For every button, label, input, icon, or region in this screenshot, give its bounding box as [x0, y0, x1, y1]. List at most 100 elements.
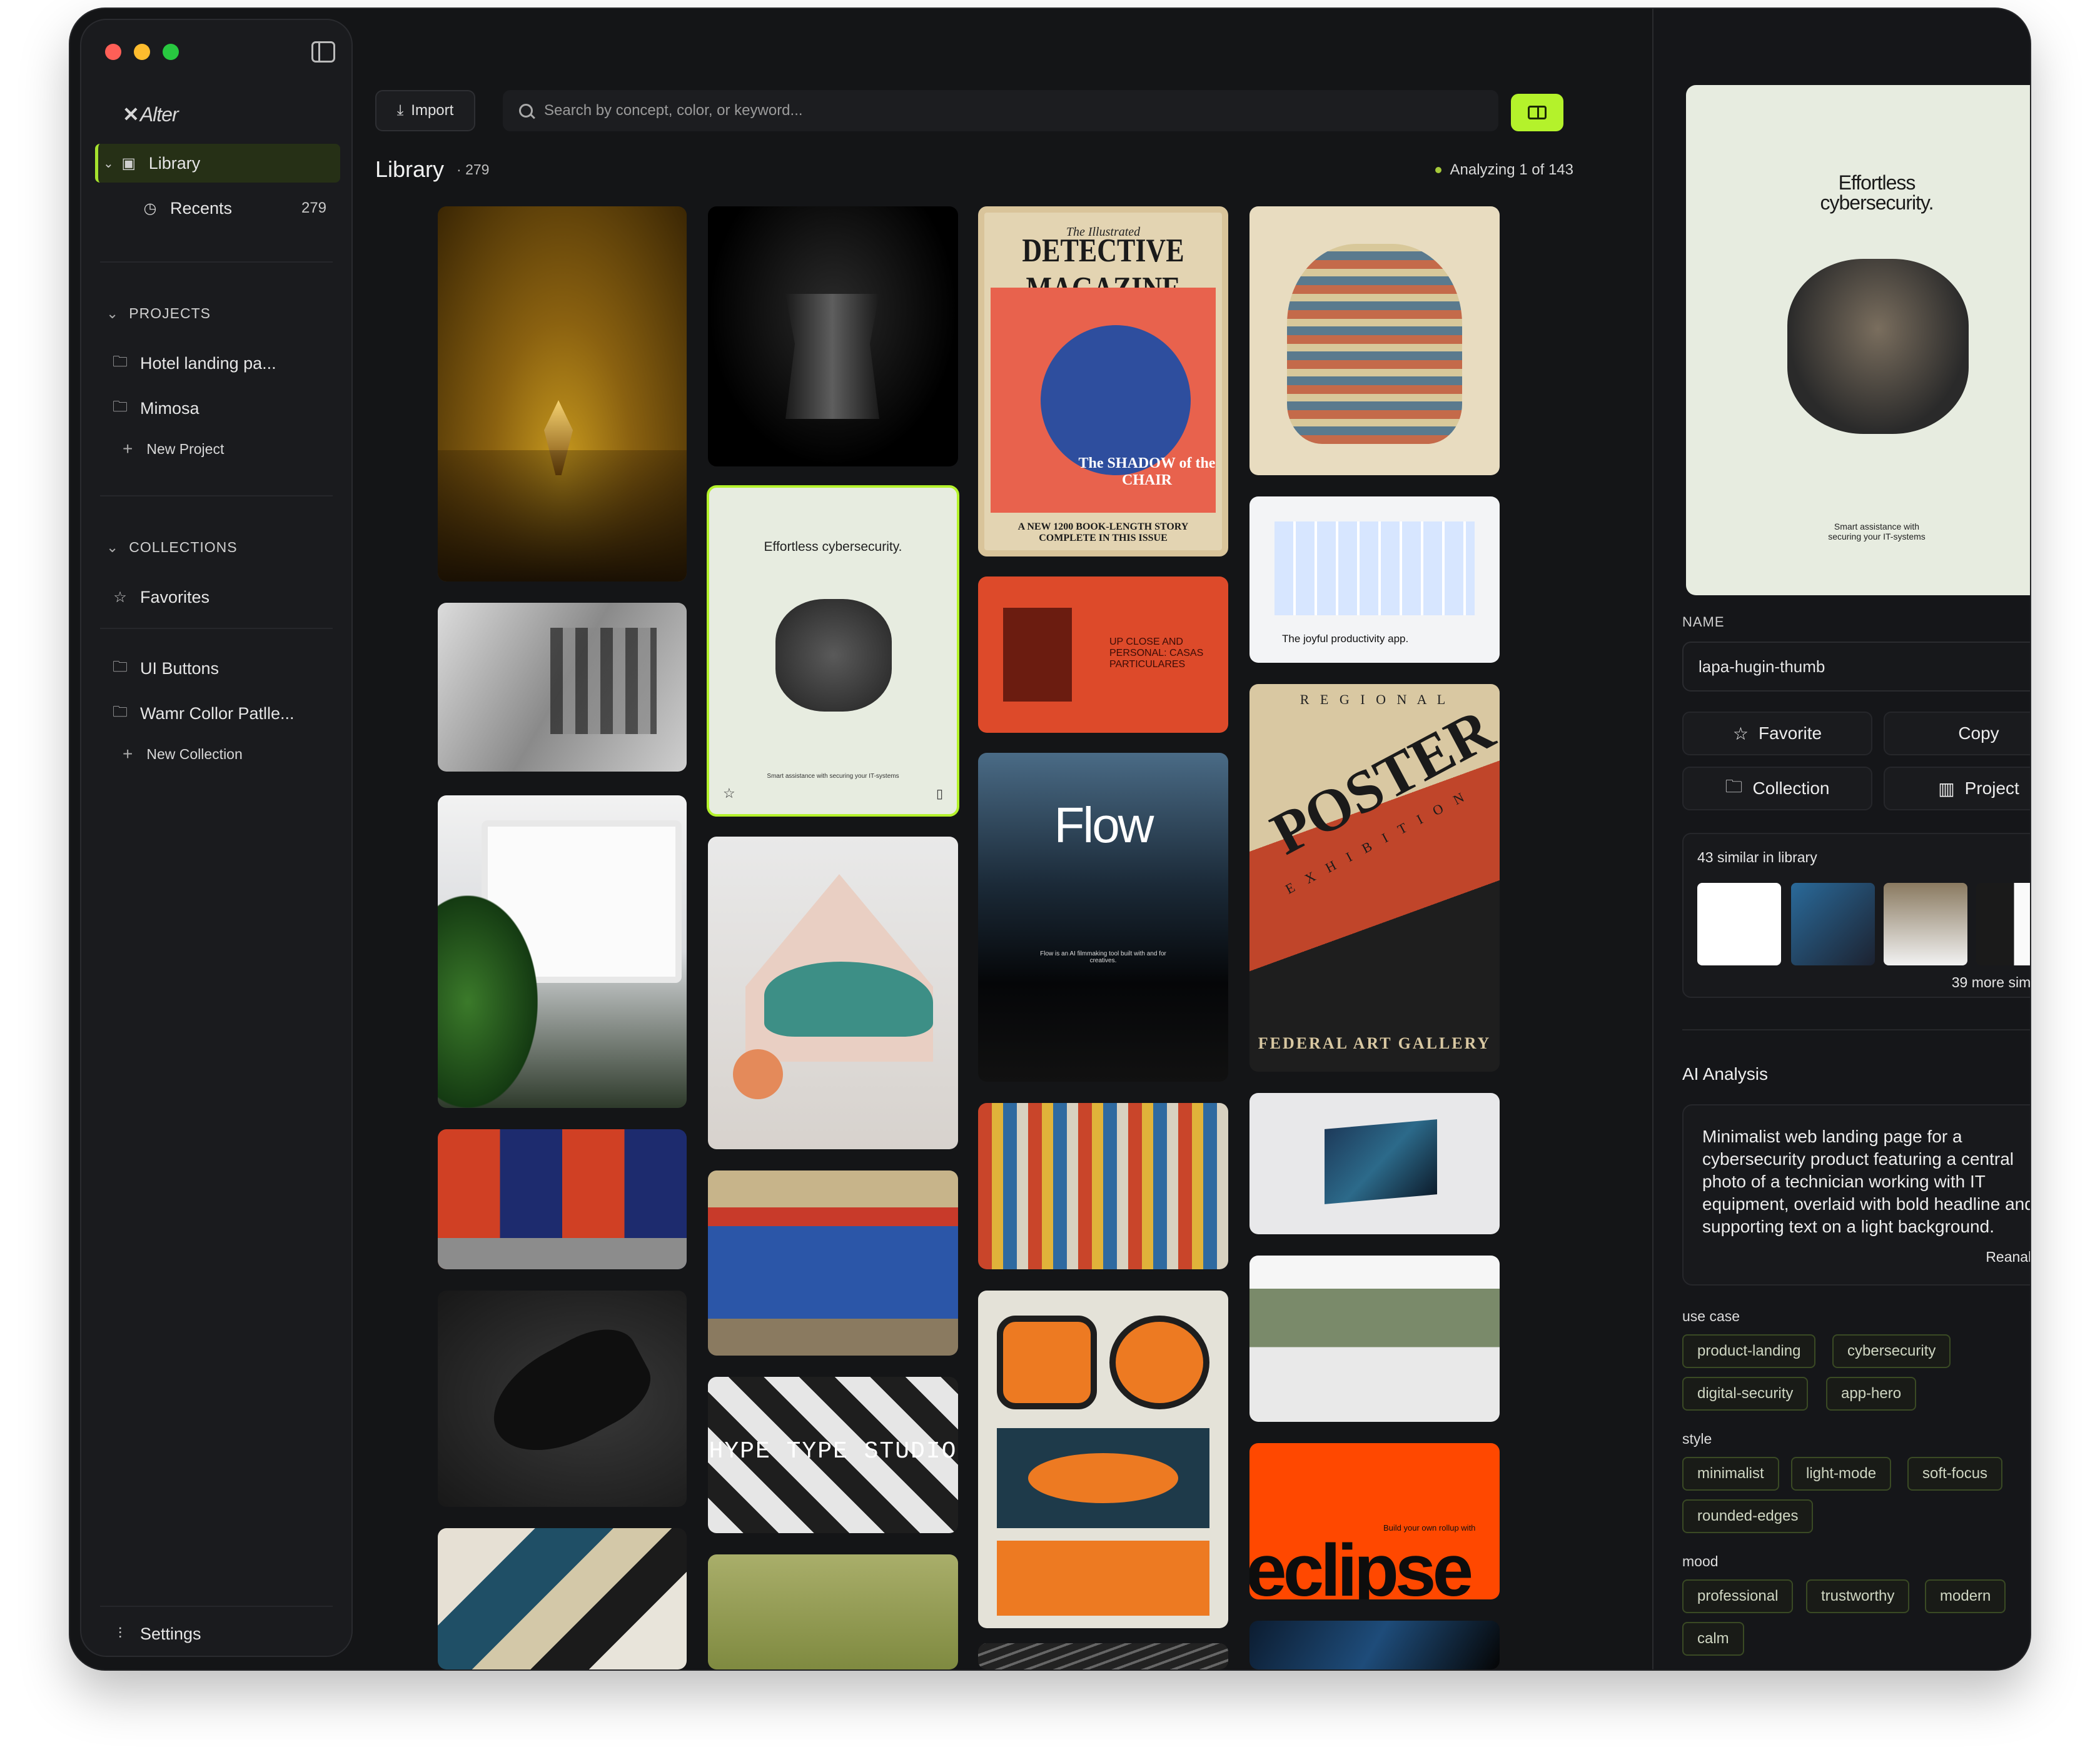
grid-tile[interactable] [438, 206, 687, 581]
grid-tile[interactable] [438, 1129, 687, 1269]
grid-tile[interactable] [1249, 1256, 1500, 1422]
tag[interactable]: product-landing [1682, 1334, 1816, 1368]
sidebar-item-project[interactable]: 🗀 Hotel landing pa... [111, 344, 356, 383]
grid-tile[interactable] [708, 837, 958, 1149]
sidewalk [438, 1238, 687, 1269]
artwork [1325, 1119, 1437, 1204]
grid-tile[interactable] [1249, 1093, 1500, 1234]
sidebar-item-project[interactable]: 🗀 Mimosa [111, 389, 356, 428]
grid-tile[interactable] [1249, 1621, 1500, 1669]
similar-thumb[interactable] [1697, 883, 1781, 965]
divider [100, 261, 333, 263]
preview-image[interactable]: Effortless cybersecurity. Smart assistan… [1686, 85, 2030, 595]
tag[interactable]: cybersecurity [1832, 1334, 1951, 1368]
recents-count: 279 [301, 199, 326, 216]
favorite-button[interactable]: ☆ Favorite [1682, 712, 1872, 755]
sidebar-item-recents[interactable]: ◷ Recents 279 [141, 189, 341, 228]
tag[interactable]: light-mode [1791, 1457, 1892, 1491]
tag[interactable]: minimalist [1682, 1457, 1779, 1491]
name-value: lapa-hugin-thumb [1699, 657, 1825, 676]
more-similar-link[interactable]: 39 more similar › [1952, 974, 2030, 991]
new-project-button[interactable]: + New Project [123, 439, 224, 459]
add-to-collection-button[interactable]: 🗀 Collection [1682, 767, 1872, 810]
search-input[interactable]: Search by concept, color, or keyword... [503, 90, 1498, 131]
sidebar-item-library[interactable]: ⌄ ▣ Library [95, 144, 340, 183]
document-icon[interactable]: ▯ [936, 786, 943, 802]
calendar-screenshot [1275, 521, 1475, 615]
sidebar-item-collection[interactable]: 🗀 Wamr Collor Patlle... [111, 694, 356, 733]
grid-tile[interactable]: HYPE TYPE STUDIO [708, 1377, 958, 1533]
grid-tile[interactable] [978, 1643, 1228, 1669]
settings-button[interactable]: ⫶ Settings [111, 1614, 356, 1653]
briefcase-icon: ▥ [1938, 778, 1955, 798]
folder-icon: 🗀 [1725, 777, 1743, 796]
divider [1682, 1029, 2030, 1030]
copy-button[interactable]: Copy [1884, 712, 2030, 755]
zoom-window-button[interactable] [163, 44, 179, 60]
ai-analysis-title: AI Analysis [1682, 1064, 1768, 1084]
folder-icon: 🗀 [113, 353, 128, 370]
grid-tile[interactable] [978, 1291, 1228, 1628]
hat-shape [1041, 325, 1191, 475]
sliders-icon: ⫶ [118, 1625, 122, 1642]
grid-tile[interactable]: Build your own rollup with eclipse [1249, 1443, 1500, 1599]
tag[interactable]: digital-security [1682, 1377, 1809, 1411]
tag[interactable]: calm [1682, 1622, 1744, 1656]
toggle-sidebar-icon[interactable] [311, 41, 335, 63]
tile-caption: Smart assistance with securing your IT-s… [767, 773, 899, 780]
grid-tile[interactable]: UP CLOSE AND PERSONAL: CASAS PARTICULARE… [978, 576, 1228, 733]
grid-tile[interactable] [438, 795, 687, 1108]
tag[interactable]: app-hero [1826, 1377, 1917, 1411]
grid-tile[interactable] [708, 206, 958, 466]
folder-icon: 🗀 [113, 703, 128, 720]
grid-tile[interactable] [438, 1291, 687, 1507]
grid-tile[interactable]: R E G I O N A L POSTER E X H I B I T I O… [1249, 684, 1500, 1072]
sidebar-item-label: Mimosa [140, 398, 199, 418]
traffic-lights [105, 44, 179, 60]
import-button[interactable]: ⤓ Import [375, 90, 475, 131]
collections-section-title[interactable]: ⌄ COLLECTIONS [106, 539, 238, 556]
grid-tile[interactable] [1249, 206, 1500, 475]
reanalyze-button[interactable]: Reanalyze [1986, 1246, 2030, 1268]
similar-thumb[interactable] [1884, 883, 1967, 965]
grid-tile-selected[interactable]: Effortless cybersecurity. Smart assistan… [707, 485, 959, 817]
tag[interactable]: professional [1682, 1579, 1794, 1613]
similar-thumb[interactable] [1791, 883, 1875, 965]
tile-shade [438, 450, 687, 581]
sidebar-item-label: Favorites [140, 587, 210, 607]
sidebar-item-collection[interactable]: 🗀 UI Buttons [111, 649, 356, 688]
magazine-image [550, 628, 657, 734]
sidebar-item-favorites[interactable]: ☆ Favorites [111, 578, 356, 617]
grid-tile[interactable] [978, 1103, 1228, 1269]
tile-headline: HYPE TYPE STUDIO [709, 1438, 957, 1465]
certificate-art [1287, 244, 1462, 444]
star-icon[interactable]: ☆ [723, 785, 735, 802]
grid-tile[interactable] [708, 1170, 958, 1356]
chevron-down-icon: ⌄ [106, 539, 119, 555]
name-field[interactable]: lapa-hugin-thumb [1682, 642, 2030, 692]
grid-tile[interactable]: The joyful productivity app. [1249, 496, 1500, 663]
tag[interactable]: modern [1925, 1579, 2006, 1613]
glass-shape [785, 294, 879, 419]
grid-tile[interactable]: The Illustrated DETECTIVE MAGAZINE The S… [978, 206, 1228, 556]
minimize-window-button[interactable] [134, 44, 150, 60]
favorite-label: Favorite [1758, 723, 1822, 743]
tile-text: The SHADOW of the CHAIR [1078, 455, 1216, 488]
close-window-button[interactable] [105, 44, 121, 60]
toggle-panel-button[interactable] [1511, 94, 1563, 131]
tag[interactable]: soft-focus [1907, 1457, 2003, 1491]
plus-icon: + [123, 744, 133, 763]
grid-tile[interactable] [438, 603, 687, 772]
new-collection-button[interactable]: + New Collection [123, 744, 243, 764]
grid-tile[interactable] [438, 1528, 687, 1669]
projects-section-title[interactable]: ⌄ PROJECTS [106, 305, 211, 322]
add-to-project-button[interactable]: ▥ Project [1884, 767, 2030, 810]
sidebar-item-label: Wamr Collor Patlle... [140, 703, 295, 723]
tag[interactable]: rounded-edges [1682, 1499, 1814, 1533]
tag[interactable]: trustworthy [1806, 1579, 1910, 1613]
similar-thumb[interactable] [1976, 883, 2030, 965]
grid-tile[interactable] [708, 1554, 958, 1669]
name-label: NAME [1682, 614, 1725, 630]
grid-tile[interactable]: Flow Flow is an AI filmmaking tool built… [978, 753, 1228, 1082]
preview-caption: Smart assistance with securing your IT-s… [1828, 521, 1926, 541]
